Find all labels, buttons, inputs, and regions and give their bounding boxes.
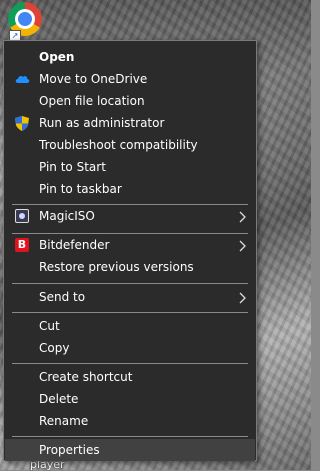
menu-item-label: Create shortcut — [39, 370, 133, 384]
menu-item-label: Copy — [39, 341, 70, 355]
menu-item-label: Run as administrator — [39, 116, 165, 130]
menu-item-properties[interactable]: Properties — [5, 439, 255, 461]
menu-item-create-shortcut[interactable]: Create shortcut — [5, 366, 255, 388]
menu-item-open[interactable]: Open — [5, 46, 255, 68]
menu-item-label: Cut — [39, 319, 60, 333]
menu-item-restore-previous-versions[interactable]: Restore previous versions — [5, 256, 255, 278]
menu-item-label: Pin to taskbar — [39, 182, 122, 196]
uac-shield-icon — [14, 115, 30, 131]
context-menu: Open Move to OneDrive Open file location… — [3, 40, 257, 461]
menu-item-label: Bitdefender — [39, 238, 110, 252]
menu-item-troubleshoot-compatibility[interactable]: Troubleshoot compatibility — [5, 134, 255, 156]
menu-item-cut[interactable]: Cut — [5, 315, 255, 337]
menu-item-magiciso[interactable]: MagicISO — [5, 205, 255, 227]
chevron-right-icon — [237, 290, 247, 304]
menu-separator — [12, 363, 248, 364]
menu-separator — [12, 312, 248, 313]
chevron-right-icon — [237, 238, 247, 252]
menu-item-label: Delete — [39, 392, 79, 406]
menu-separator — [12, 283, 248, 284]
menu-item-copy[interactable]: Copy — [5, 337, 255, 359]
menu-item-bitdefender[interactable]: B Bitdefender — [5, 234, 255, 256]
menu-item-label: Pin to Start — [39, 160, 106, 174]
menu-item-label: Rename — [39, 414, 89, 428]
menu-separator — [12, 436, 248, 437]
onedrive-icon — [14, 72, 30, 86]
magiciso-icon — [14, 209, 30, 223]
menu-item-label: Properties — [39, 443, 100, 457]
menu-item-move-to-onedrive[interactable]: Move to OneDrive — [5, 68, 255, 90]
menu-item-run-as-administrator[interactable]: Run as administrator — [5, 112, 255, 134]
menu-item-open-file-location[interactable]: Open file location — [5, 90, 255, 112]
menu-item-rename[interactable]: Rename — [5, 410, 255, 432]
menu-item-label: MagicISO — [39, 209, 95, 223]
menu-item-delete[interactable]: Delete — [5, 388, 255, 410]
menu-item-label: Open — [39, 50, 75, 64]
menu-item-label: Troubleshoot compatibility — [39, 138, 198, 152]
menu-item-label: Open file location — [39, 94, 145, 108]
chevron-right-icon — [237, 209, 247, 223]
menu-item-pin-to-taskbar[interactable]: Pin to taskbar — [5, 178, 255, 200]
menu-item-send-to[interactable]: Send to — [5, 286, 255, 308]
menu-item-pin-to-start[interactable]: Pin to Start — [5, 156, 255, 178]
bitdefender-icon: B — [14, 238, 30, 252]
menu-item-label: Send to — [39, 290, 86, 304]
menu-item-label: Restore previous versions — [39, 260, 194, 274]
menu-item-label: Move to OneDrive — [39, 72, 148, 86]
